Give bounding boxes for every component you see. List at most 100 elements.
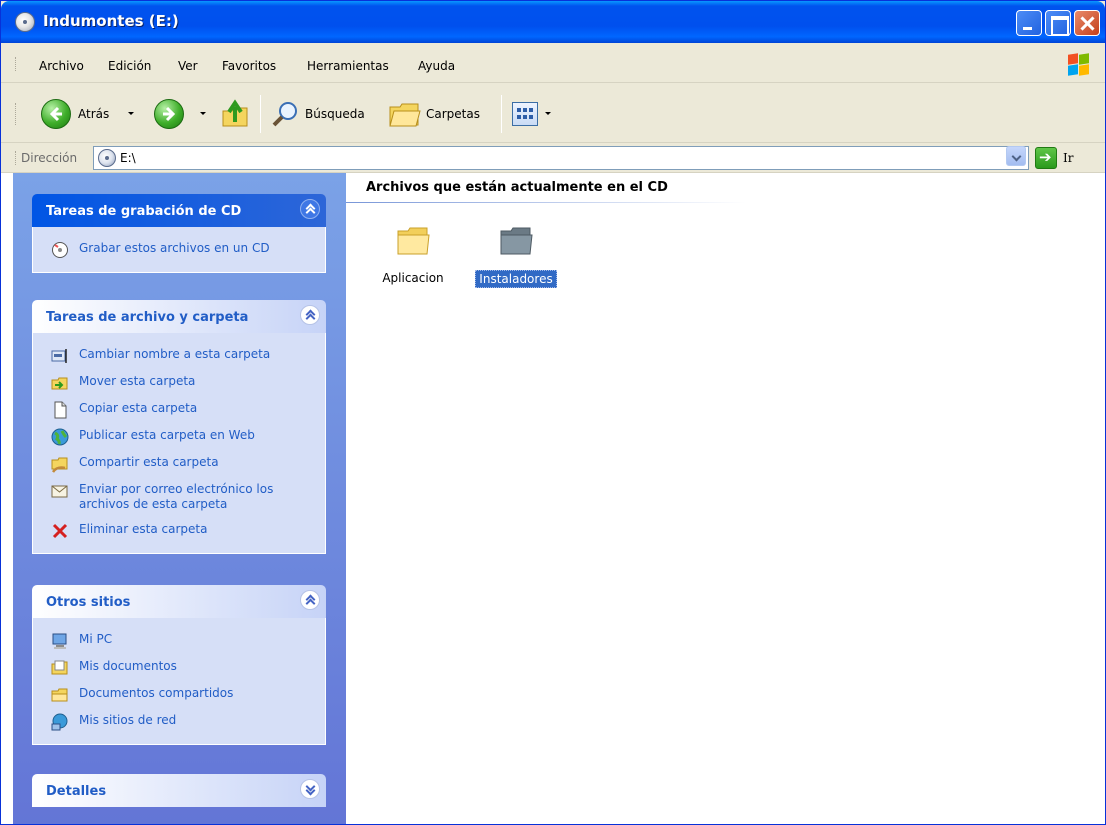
address-value[interactable]: E:\ [120, 151, 136, 165]
globe-icon [51, 428, 69, 446]
panel-title: Tareas de grabación de CD [46, 204, 242, 219]
forward-dropdown-icon[interactable] [200, 112, 206, 115]
place-label: Mis sitios de red [79, 713, 177, 727]
task-rename-folder[interactable]: Cambiar nombre a esta carpeta [33, 341, 325, 368]
content-area: Tareas de grabación de CD Grabar estos a… [1, 173, 1105, 824]
panel-title: Detalles [46, 784, 107, 799]
collapse-chevron-icon[interactable] [300, 590, 320, 610]
toolbar-separator [501, 95, 502, 133]
task-move-folder[interactable]: Mover esta carpeta [33, 368, 325, 395]
task-label: Cambiar nombre a esta carpeta [79, 347, 271, 361]
back-button[interactable]: Atrás [78, 107, 109, 121]
windows-logo-icon [1068, 53, 1090, 76]
details-panel: Detalles [32, 774, 326, 807]
panel-body: Mi PC Mis documentos Documentos comparti… [32, 618, 326, 745]
task-share-folder[interactable]: Compartir esta carpeta [33, 449, 325, 476]
panel-body: Grabar estos archivos en un CD [32, 227, 326, 273]
task-label: Publicar esta carpeta en Web [79, 428, 255, 442]
folder-icon [500, 227, 533, 255]
folder-icon [397, 227, 430, 255]
menubar-grip[interactable] [15, 57, 18, 71]
address-bar: Dirección E:\ Ir [1, 143, 1105, 173]
copy-icon [54, 401, 67, 419]
back-dropdown-icon[interactable] [128, 112, 134, 115]
addressbar-grip[interactable] [15, 151, 18, 165]
menu-ayuda[interactable]: Ayuda [418, 59, 455, 73]
folder-item[interactable]: Aplicacion [363, 219, 463, 286]
panel-header[interactable]: Otros sitios [32, 585, 326, 618]
task-label: Grabar estos archivos en un CD [79, 241, 270, 255]
task-burn-cd[interactable]: Grabar estos archivos en un CD [33, 235, 325, 262]
menu-bar: Archivo Edición Ver Favoritos Herramient… [1, 43, 1105, 83]
folders-icon[interactable] [388, 99, 422, 129]
toolbar-grip[interactable] [15, 103, 18, 125]
views-dropdown-icon[interactable] [545, 112, 551, 115]
maximize-button[interactable] [1045, 10, 1071, 36]
menu-ver[interactable]: Ver [178, 59, 198, 73]
window-title: Indumontes (E:) [43, 12, 179, 30]
address-label: Dirección [21, 151, 78, 165]
place-network[interactable]: Mis sitios de red [33, 707, 325, 734]
rename-icon [51, 349, 67, 363]
panel-body: Cambiar nombre a esta carpeta Mover esta… [32, 333, 326, 554]
computer-icon [52, 633, 67, 649]
panel-header[interactable]: Tareas de archivo y carpeta [32, 300, 326, 333]
place-my-computer[interactable]: Mi PC [33, 626, 325, 653]
cd-burn-icon [52, 242, 68, 258]
task-label: Copiar esta carpeta [79, 401, 198, 415]
place-label: Mi PC [79, 632, 113, 646]
shared-documents-icon [51, 688, 68, 702]
task-label: Eliminar esta carpeta [79, 522, 208, 536]
task-publish-web[interactable]: Publicar esta carpeta en Web [33, 422, 325, 449]
cd-drive-icon [15, 12, 35, 32]
folders-button[interactable]: Carpetas [426, 107, 480, 121]
place-label: Documentos compartidos [79, 686, 234, 700]
search-icon[interactable] [270, 99, 300, 129]
close-button[interactable] [1074, 10, 1100, 36]
task-copy-folder[interactable]: Copiar esta carpeta [33, 395, 325, 422]
address-input[interactable]: E:\ [93, 146, 1029, 170]
views-icon[interactable] [512, 102, 538, 126]
delete-icon [52, 523, 68, 539]
folder-label: Instaladores [475, 270, 557, 288]
group-divider [346, 202, 746, 203]
go-button[interactable]: Ir [1063, 151, 1073, 165]
task-email-files[interactable]: Enviar por correo electrónico los archiv… [33, 476, 325, 516]
up-folder-icon[interactable] [220, 97, 250, 129]
search-button[interactable]: Búsqueda [305, 107, 365, 121]
back-arrow-icon[interactable] [41, 99, 71, 129]
explorer-window: Indumontes (E:) Archivo Edición Ver Favo… [0, 0, 1106, 825]
title-bar[interactable]: Indumontes (E:) [1, 1, 1105, 43]
network-icon [51, 713, 68, 731]
place-my-documents[interactable]: Mis documentos [33, 653, 325, 680]
task-label: Enviar por correo electrónico los archiv… [79, 482, 274, 511]
expand-chevron-icon[interactable] [300, 779, 320, 799]
place-label: Mis documentos [79, 659, 177, 673]
task-label: Compartir esta carpeta [79, 455, 219, 469]
group-header: Archivos que están actualmente en el CD [366, 180, 668, 195]
minimize-button[interactable] [1016, 10, 1042, 36]
cd-tasks-panel: Tareas de grabación de CD Grabar estos a… [32, 194, 326, 273]
menu-edicion[interactable]: Edición [108, 59, 151, 73]
folder-item[interactable]: Instaladores [466, 219, 566, 288]
menu-herramientas[interactable]: Herramientas [307, 59, 389, 73]
go-arrow-icon[interactable] [1035, 147, 1057, 169]
panel-header[interactable]: Tareas de grabación de CD [32, 194, 326, 227]
collapse-chevron-icon[interactable] [300, 305, 320, 325]
address-dropdown-button[interactable] [1006, 146, 1026, 166]
place-shared-documents[interactable]: Documentos compartidos [33, 680, 325, 707]
task-label: Mover esta carpeta [79, 374, 196, 388]
task-pane: Tareas de grabación de CD Grabar estos a… [13, 173, 346, 824]
documents-folder-icon [51, 660, 68, 675]
collapse-chevron-icon[interactable] [300, 199, 320, 219]
forward-arrow-icon[interactable] [154, 99, 184, 129]
panel-header[interactable]: Detalles [32, 774, 326, 807]
other-places-panel: Otros sitios Mi PC Mis documentos Docume… [32, 585, 326, 745]
file-view[interactable]: Archivos que están actualmente en el CD … [346, 173, 1105, 824]
task-delete-folder[interactable]: Eliminar esta carpeta [33, 516, 325, 543]
menu-archivo[interactable]: Archivo [39, 59, 84, 73]
menu-favoritos[interactable]: Favoritos [222, 59, 276, 73]
folder-label: Aplicacion [382, 271, 444, 285]
standard-toolbar: Atrás Búsqueda Carpetas [1, 83, 1105, 143]
panel-title: Tareas de archivo y carpeta [46, 310, 249, 325]
